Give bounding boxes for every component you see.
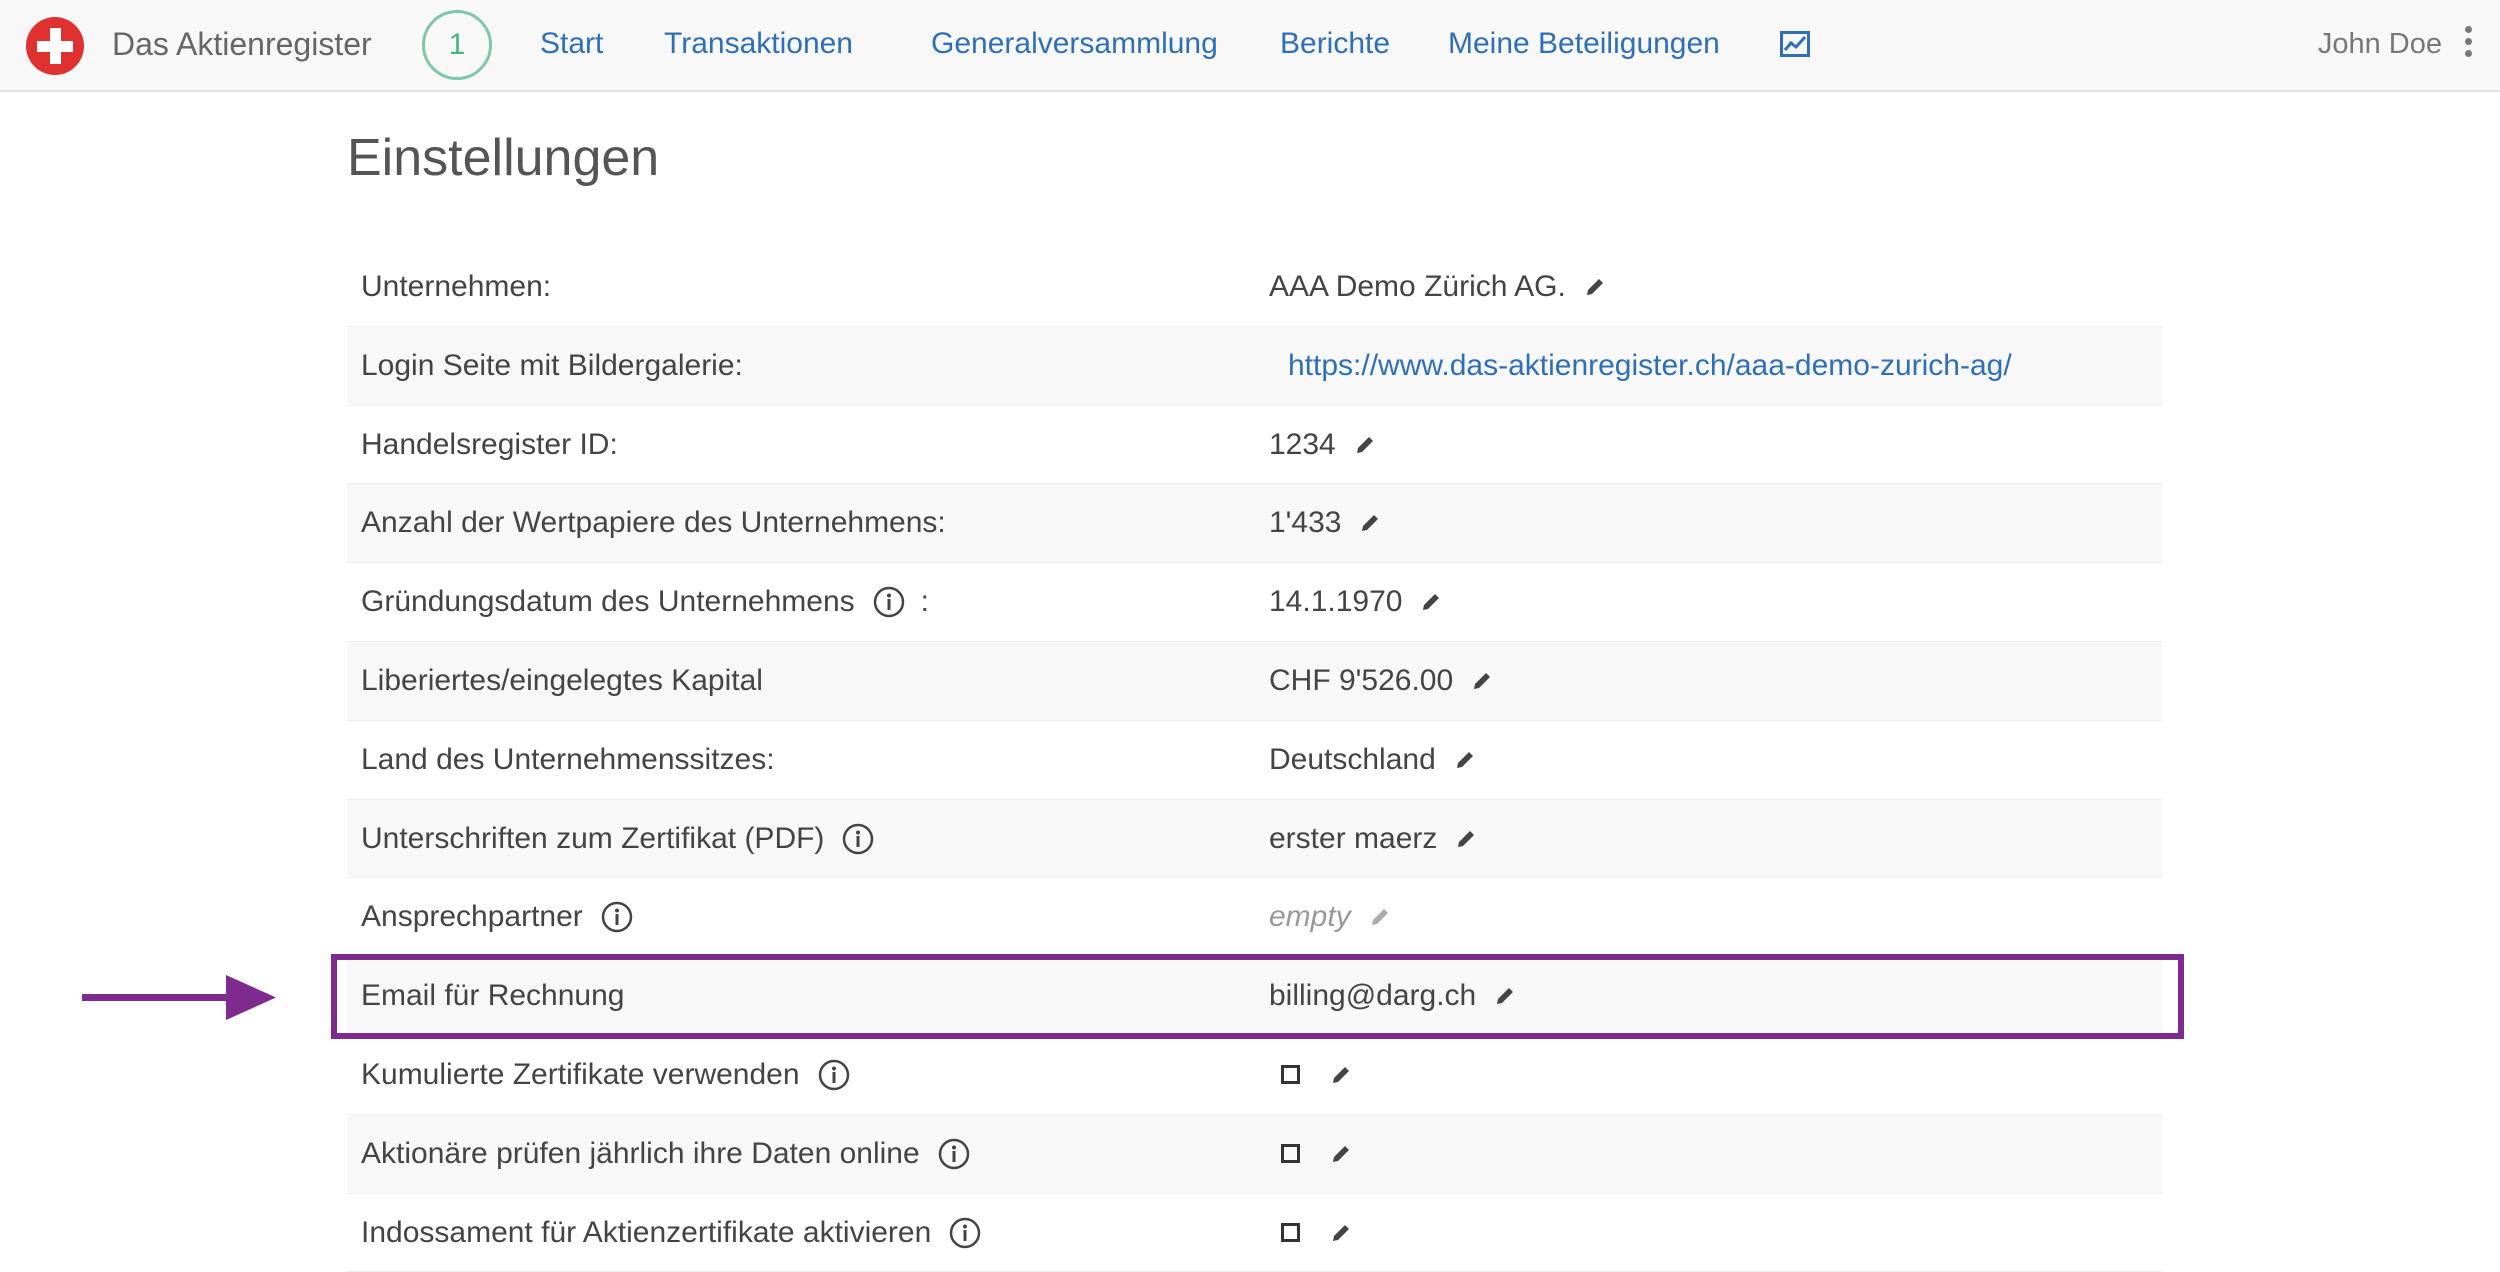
swiss-cross-logo[interactable]: [26, 17, 84, 75]
pencil-edit-icon[interactable]: [1420, 591, 1442, 613]
pencil-edit-icon[interactable]: [1471, 670, 1493, 692]
pencil-edit-icon[interactable]: [1330, 1143, 1352, 1165]
pencil-edit-icon[interactable]: [1359, 512, 1381, 534]
row-value: [1269, 1036, 1352, 1114]
empty-value-placeholder: empty: [1269, 900, 1351, 934]
row-value: 1'433: [1269, 484, 1381, 562]
pencil-edit-icon[interactable]: [1454, 749, 1476, 771]
label-text: Gründungsdatum des Unternehmens: [361, 585, 855, 619]
value-text: 14.1.1970: [1269, 585, 1403, 619]
row-value: 1234: [1269, 406, 1376, 484]
row-value: erster maerz: [1269, 800, 1477, 878]
aktionaere-pruefen-checkbox[interactable]: [1281, 1144, 1300, 1164]
nav-berichte[interactable]: Berichte: [1280, 22, 1390, 66]
row-label: Aktionäre prüfen jährlich ihre Daten onl…: [361, 1115, 970, 1193]
info-icon[interactable]: [873, 586, 905, 618]
kebab-menu-icon[interactable]: [2464, 26, 2474, 62]
user-menu-name[interactable]: John Doe: [2318, 22, 2442, 66]
settings-row-unterschriften: Unterschriften zum Zertifikat (PDF) erst…: [347, 799, 2162, 879]
row-label: Gründungsdatum des Unternehmens :: [361, 563, 929, 641]
settings-row-ansprechpartner: Ansprechpartner empty: [347, 878, 2162, 958]
info-icon[interactable]: [949, 1217, 981, 1249]
settings-row-kapital: Liberiertes/eingelegtes Kapital CHF 9'52…: [347, 641, 2162, 721]
settings-row-handelsregister: Handelsregister ID: 1234: [347, 406, 2162, 485]
row-label: Kumulierte Zertifikate verwenden: [361, 1036, 850, 1114]
brand-title[interactable]: Das Aktienregister: [112, 22, 372, 66]
row-label: Indossament für Aktienzertifikate aktivi…: [361, 1194, 981, 1272]
kumulierte-zertifikate-checkbox[interactable]: [1281, 1065, 1300, 1085]
settings-table: Unternehmen: AAA Demo Zürich AG. Login S…: [347, 248, 2162, 1272]
row-label: Unternehmen:: [361, 270, 552, 303]
settings-row-anzahl-wertpapiere: Anzahl der Wertpapiere des Unternehmens:…: [347, 484, 2162, 564]
info-icon[interactable]: [601, 901, 633, 933]
login-page-link[interactable]: https://www.das-aktienregister.ch/aaa-de…: [1288, 327, 2012, 405]
row-value: CHF 9'526.00: [1269, 642, 1493, 720]
label-text: Aktionäre prüfen jährlich ihre Daten onl…: [361, 1136, 920, 1170]
value-text: erster maerz: [1269, 821, 1438, 855]
chart-line-icon[interactable]: [1780, 31, 1810, 57]
pencil-edit-icon[interactable]: [1330, 1222, 1352, 1244]
nav-start[interactable]: Start: [540, 22, 603, 66]
pencil-edit-icon[interactable]: [1494, 985, 1516, 1007]
pencil-edit-icon[interactable]: [1584, 276, 1606, 298]
row-label: Land des Unternehmenssitzes:: [361, 742, 775, 776]
pencil-edit-icon[interactable]: [1455, 828, 1477, 850]
row-label: Anzahl der Wertpapiere des Unternehmens:: [361, 506, 946, 540]
settings-row-unternehmen: Unternehmen: AAA Demo Zürich AG.: [347, 248, 2162, 327]
arrow-right-icon: [82, 975, 276, 1020]
settings-row-gruendungsdatum: Gründungsdatum des Unternehmens : 14.1.1…: [347, 563, 2162, 642]
label-suffix: :: [920, 585, 929, 619]
pencil-edit-icon[interactable]: [1330, 1064, 1352, 1086]
row-label: Unterschriften zum Zertifikat (PDF): [361, 800, 874, 878]
value-text: CHF 9'526.00: [1269, 663, 1454, 697]
row-label: Handelsregister ID:: [361, 427, 618, 461]
label-text: Unterschriften zum Zertifikat (PDF): [361, 821, 825, 855]
info-icon[interactable]: [842, 823, 874, 855]
label-text: Kumulierte Zertifikate verwenden: [361, 1057, 800, 1091]
settings-row-login-seite: Login Seite mit Bildergalerie: https://w…: [347, 326, 2162, 406]
row-value: [1269, 1115, 1352, 1193]
row-value: [1269, 1194, 1352, 1272]
pencil-edit-icon[interactable]: [1369, 906, 1391, 928]
info-icon[interactable]: [818, 1059, 850, 1091]
row-label: Email für Rechnung: [361, 979, 625, 1013]
value-text: billing@darg.ch: [1269, 979, 1477, 1013]
row-label: Login Seite mit Bildergalerie:: [361, 348, 743, 382]
top-navbar: Das Aktienregister 1 Start Transaktionen…: [0, 0, 2500, 92]
nav-generalversammlung[interactable]: Generalversammlung: [931, 22, 1218, 66]
settings-row-kumulierte-zertifikate: Kumulierte Zertifikate verwenden: [347, 1036, 2162, 1115]
row-label: Ansprechpartner: [361, 878, 633, 956]
value-text: 1234: [1269, 427, 1336, 461]
page-title: Einstellungen: [347, 129, 660, 187]
row-value: 14.1.1970: [1269, 563, 1442, 641]
settings-row-indossament: Indossament für Aktienzertifikate aktivi…: [347, 1194, 2162, 1272]
nav-meine-beteiligungen[interactable]: Meine Beteiligungen: [1448, 22, 1720, 66]
row-value: billing@darg.ch: [1269, 957, 1516, 1035]
settings-row-aktionaere-pruefen: Aktionäre prüfen jährlich ihre Daten onl…: [347, 1114, 2162, 1194]
row-value: AAA Demo Zürich AG.: [1269, 248, 1606, 326]
nav-transaktionen[interactable]: Transaktionen: [664, 22, 853, 66]
row-label: Liberiertes/eingelegtes Kapital: [361, 663, 763, 697]
indossament-checkbox[interactable]: [1281, 1223, 1300, 1243]
step-progress-badge[interactable]: 1: [422, 10, 492, 80]
settings-row-email-rechnung: Email für Rechnung billing@darg.ch: [347, 957, 2162, 1036]
label-text: Indossament für Aktienzertifikate aktivi…: [361, 1215, 932, 1249]
value-text: AAA Demo Zürich AG.: [1269, 270, 1566, 303]
value-text: 1'433: [1269, 506, 1342, 540]
row-value: empty: [1269, 878, 1391, 956]
pencil-edit-icon[interactable]: [1354, 434, 1376, 456]
value-text: Deutschland: [1269, 742, 1436, 776]
info-icon[interactable]: [938, 1138, 970, 1170]
label-text: Ansprechpartner: [361, 900, 583, 934]
settings-row-land: Land des Unternehmenssitzes: Deutschland: [347, 721, 2162, 800]
row-value: Deutschland: [1269, 721, 1476, 799]
